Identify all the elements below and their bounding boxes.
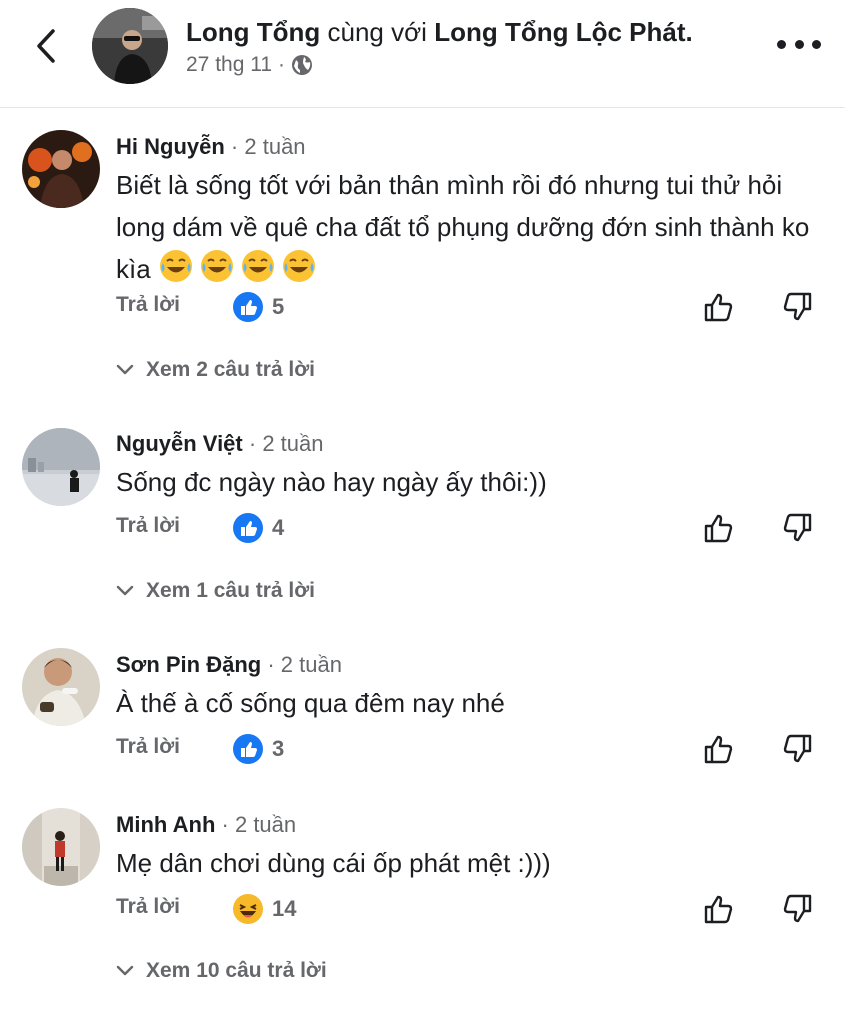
view-replies-link[interactable]: Xem 1 câu trả lời bbox=[116, 579, 315, 603]
reaction-count: 5 bbox=[272, 294, 285, 319]
laughing-tears-emoji-icon bbox=[241, 250, 274, 282]
commenter-avatar[interactable] bbox=[22, 428, 100, 506]
comment-text: À thế à cố sống qua đêm nay nhé bbox=[116, 688, 505, 718]
comment-text: Sống đc ngày nào hay ngày ấy thôi:)) bbox=[116, 467, 547, 497]
comment-time[interactable]: 2 tuần bbox=[262, 431, 323, 456]
reaction-count: 4 bbox=[272, 515, 285, 540]
view-replies-link[interactable]: Xem 10 câu trả lời bbox=[116, 959, 327, 983]
laughing-tears-emoji-icon bbox=[159, 250, 192, 282]
reaction-count: 3 bbox=[272, 736, 285, 761]
reaction-summary[interactable]: 3 bbox=[232, 729, 284, 769]
haha-reaction-icon bbox=[233, 894, 263, 924]
reply-button[interactable]: Trả lời bbox=[116, 514, 180, 538]
comment-actions: Trả lời 4 bbox=[116, 508, 826, 548]
chevron-down-icon bbox=[116, 965, 134, 976]
thumbs-up-icon[interactable] bbox=[701, 891, 737, 927]
post-meta: 27 thg 11 · bbox=[186, 52, 313, 78]
view-replies-label: Xem 1 câu trả lời bbox=[146, 579, 316, 602]
globe-icon bbox=[292, 55, 313, 75]
comment-header: Nguyễn Việt · 2 tuần bbox=[116, 431, 324, 456]
view-replies-label: Xem 2 câu trả lời bbox=[146, 358, 316, 381]
author-name[interactable]: Long Tổng bbox=[186, 17, 320, 47]
reaction-count: 14 bbox=[272, 896, 297, 921]
comment-time[interactable]: 2 tuần bbox=[281, 652, 342, 677]
post-title: Long Tổng cùng với Long Tổng Lộc Phát. bbox=[186, 16, 693, 48]
chevron-down-icon bbox=[116, 585, 134, 596]
comment-time[interactable]: 2 tuần bbox=[235, 812, 296, 837]
thumbs-down-icon[interactable] bbox=[779, 289, 815, 325]
comment-actions: Trả lời 5 bbox=[116, 287, 826, 327]
view-replies-label: Xem 10 câu trả lời bbox=[146, 959, 327, 982]
reaction-summary[interactable]: 4 bbox=[232, 508, 284, 548]
view-replies-link[interactable]: Xem 2 câu trả lời bbox=[116, 358, 315, 382]
like-reaction-icon bbox=[233, 734, 263, 764]
chevron-down-icon bbox=[116, 364, 134, 375]
author-avatar[interactable] bbox=[92, 8, 168, 84]
commenter-name[interactable]: Sơn Pin Đặng bbox=[116, 652, 261, 677]
comment-time[interactable]: 2 tuần bbox=[244, 134, 305, 159]
chevron-left-icon bbox=[37, 29, 55, 63]
comment-text: Mẹ dân chơi dùng cái ốp phát mệt :))) bbox=[116, 848, 551, 878]
reply-button[interactable]: Trả lời bbox=[116, 735, 180, 759]
with-text: cùng với bbox=[327, 17, 427, 47]
post-header: Long Tổng cùng với Long Tổng Lộc Phát. 2… bbox=[0, 0, 845, 108]
reply-button[interactable]: Trả lời bbox=[116, 293, 180, 317]
more-options-button[interactable] bbox=[777, 32, 821, 56]
commenter-name[interactable]: Minh Anh bbox=[116, 812, 215, 837]
reaction-summary[interactable]: 14 bbox=[232, 889, 296, 929]
meta-separator: · bbox=[278, 53, 286, 76]
post-date[interactable]: 27 thg 11 bbox=[186, 52, 272, 78]
comment-header: Hi Nguyễn · 2 tuần bbox=[116, 134, 306, 159]
thumbs-down-icon[interactable] bbox=[779, 510, 815, 546]
like-reaction-icon bbox=[233, 292, 263, 322]
laughing-tears-emoji-icon bbox=[200, 250, 233, 282]
thumbs-down-icon[interactable] bbox=[779, 891, 815, 927]
comment-actions: Trả lời 14 bbox=[116, 889, 826, 929]
dot-icon bbox=[777, 39, 786, 49]
thumbs-up-icon[interactable] bbox=[701, 289, 737, 325]
laughing-tears-emoji-icon bbox=[282, 250, 315, 282]
like-reaction-icon bbox=[233, 513, 263, 543]
tagged-name[interactable]: Long Tổng Lộc Phát. bbox=[434, 17, 693, 47]
reply-button[interactable]: Trả lời bbox=[116, 895, 180, 919]
thumbs-down-icon[interactable] bbox=[779, 731, 815, 767]
emoji-row bbox=[158, 250, 322, 284]
thumbs-up-icon[interactable] bbox=[701, 731, 737, 767]
dot-icon bbox=[794, 39, 804, 49]
thumbs-up-icon[interactable] bbox=[701, 510, 737, 546]
commenter-avatar[interactable] bbox=[22, 648, 100, 726]
commenter-avatar[interactable] bbox=[22, 808, 100, 886]
commenter-name[interactable]: Hi Nguyễn bbox=[116, 134, 225, 159]
comment-text: Biết là sống tốt với bản thân mình rồi đ… bbox=[116, 164, 831, 290]
reaction-summary[interactable]: 5 bbox=[232, 287, 284, 327]
commenter-name[interactable]: Nguyễn Việt bbox=[116, 431, 243, 456]
back-button[interactable] bbox=[28, 26, 64, 66]
dot-icon bbox=[812, 39, 821, 49]
comment-header: Sơn Pin Đặng · 2 tuần bbox=[116, 652, 342, 677]
comment-actions: Trả lời 3 bbox=[116, 729, 826, 769]
comment-header: Minh Anh · 2 tuần bbox=[116, 812, 297, 837]
commenter-avatar[interactable] bbox=[22, 130, 100, 208]
